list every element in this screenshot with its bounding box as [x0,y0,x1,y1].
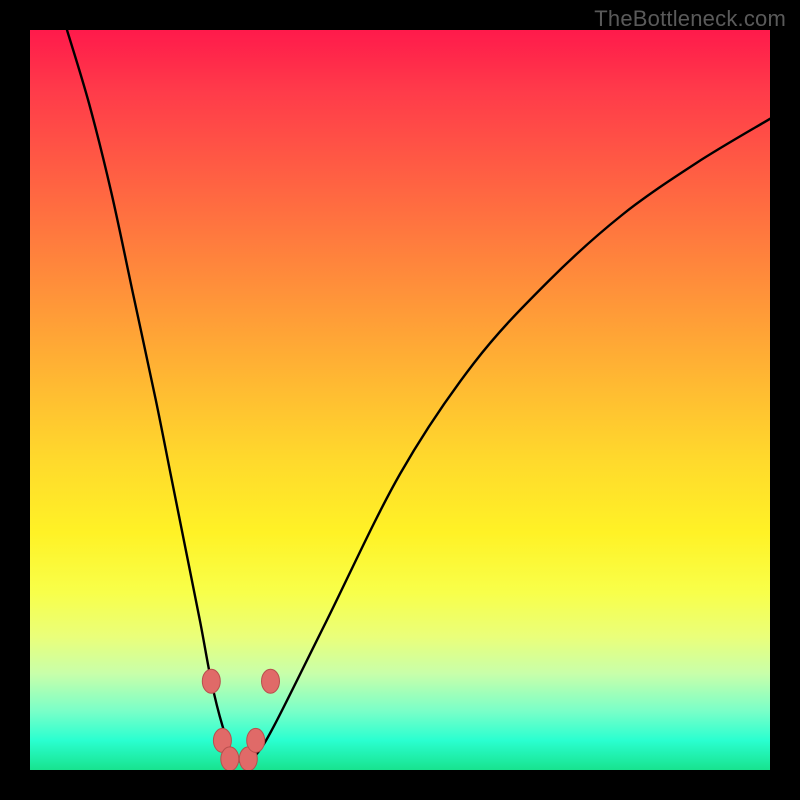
plot-area [30,30,770,770]
curve-marker [247,728,265,752]
curve-markers [30,30,770,770]
curve-marker [262,669,280,693]
chart-frame: TheBottleneck.com [0,0,800,800]
curve-marker [221,747,239,770]
curve-marker [202,669,220,693]
watermark-text: TheBottleneck.com [594,6,786,32]
